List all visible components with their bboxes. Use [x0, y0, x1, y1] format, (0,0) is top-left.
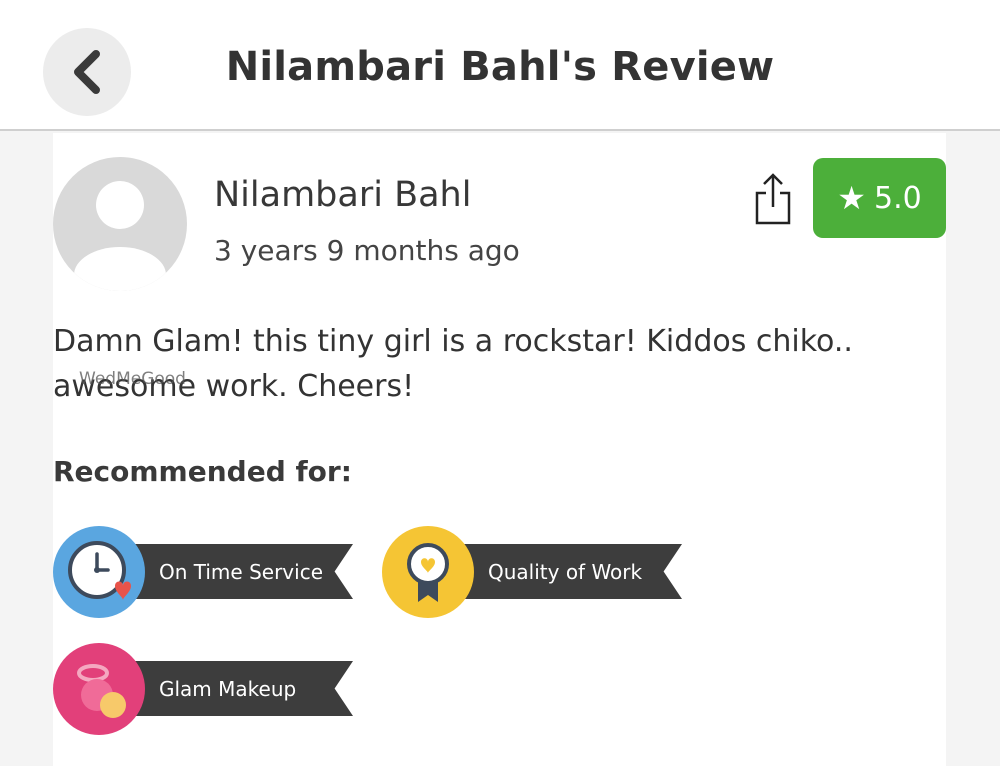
star-icon: ★ — [837, 179, 866, 217]
rating-badge: ★ 5.0 — [813, 158, 946, 238]
app-header: Nilambari Bahl's Review — [0, 0, 1000, 131]
review-time: 3 years 9 months ago — [214, 234, 520, 267]
review-card: Nilambari Bahl 3 years 9 months ago ★ 5.… — [53, 133, 946, 766]
award-ribbon-icon — [382, 526, 474, 618]
clock-heart-icon — [53, 526, 145, 618]
page-title: Nilambari Bahl's Review — [225, 44, 775, 90]
reviewer-name[interactable]: Nilambari Bahl — [214, 175, 471, 215]
share-button[interactable] — [751, 171, 795, 227]
recommended-label: Recommended for: — [53, 455, 352, 488]
badge-glam-makeup: Glam Makeup — [53, 643, 358, 735]
rating-value: 5.0 — [873, 180, 922, 216]
badge-label: Quality of Work — [452, 544, 682, 599]
badge-label: Glam Makeup — [123, 661, 353, 716]
review-text: Damn Glam! this tiny girl is a rockstar!… — [53, 324, 853, 404]
avatar — [53, 157, 187, 291]
share-icon — [755, 173, 791, 225]
badge-on-time-service: On Time Service — [53, 526, 358, 618]
user-placeholder-icon — [74, 181, 166, 291]
badge-label: On Time Service — [123, 544, 353, 599]
watermark: WedMeGood — [79, 369, 186, 389]
badge-quality-of-work: Quality of Work — [382, 526, 687, 618]
makeup-compact-icon — [53, 643, 145, 735]
